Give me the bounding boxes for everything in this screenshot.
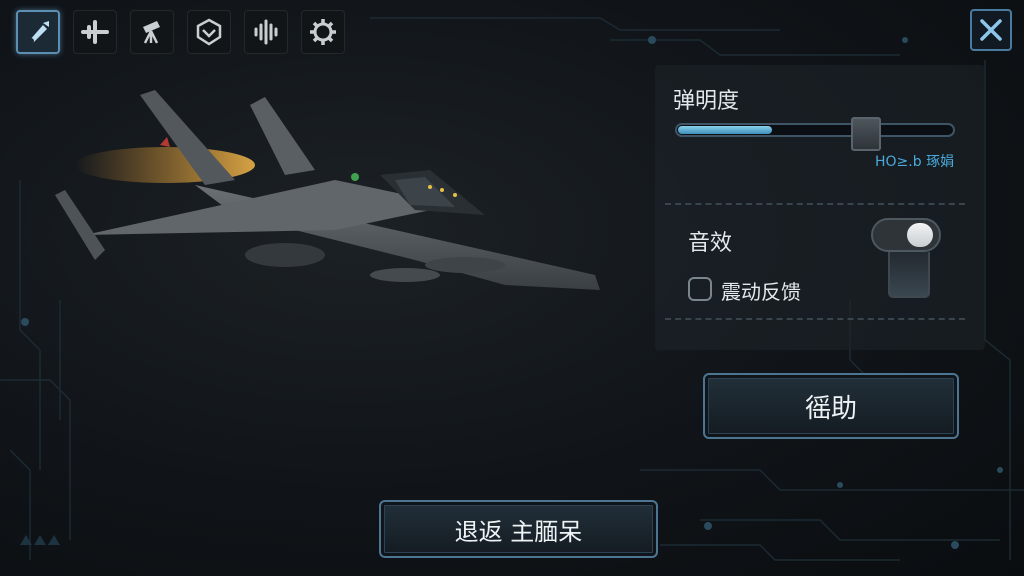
divider <box>665 203 965 205</box>
tab-emblem[interactable] <box>187 10 231 54</box>
brightness-label: 弹明度 <box>673 89 740 114</box>
toggle-base-decoration <box>888 252 930 298</box>
vibration-checkbox[interactable] <box>688 277 712 301</box>
category-toolbar <box>16 10 345 54</box>
plane-icon <box>81 20 109 44</box>
tab-plane[interactable] <box>73 10 117 54</box>
sound-toggle-knob <box>907 223 933 247</box>
close-icon <box>980 19 1002 41</box>
brightness-slider[interactable] <box>675 123 955 137</box>
settings-panel: 弹明度 HO≥.b 琢娟 音效 震动反馈 <box>655 65 985 350</box>
emblem-icon <box>196 18 222 46</box>
sound-toggle[interactable] <box>871 218 941 252</box>
help-button[interactable]: 徭助 <box>703 373 959 439</box>
tools-icon <box>28 21 49 44</box>
tab-settings[interactable] <box>301 10 345 54</box>
vibration-label: 震动反馈 <box>721 280 801 304</box>
tab-tools[interactable] <box>16 10 60 54</box>
brightness-caption: HO≥.b 琢娟 <box>875 154 955 170</box>
fighter-jet-image <box>55 90 600 299</box>
tab-sound[interactable] <box>244 10 288 54</box>
telescope-icon <box>143 21 160 44</box>
divider <box>665 318 965 320</box>
soundwave-icon <box>254 19 278 45</box>
close-button[interactable] <box>970 9 1012 51</box>
brightness-slider-handle[interactable] <box>851 117 881 151</box>
back-to-main-menu-button[interactable]: 退返 主腼呆 <box>379 500 658 558</box>
tab-telescope[interactable] <box>130 10 174 54</box>
brightness-slider-fill <box>678 126 772 134</box>
sound-label: 音效 <box>688 231 733 256</box>
cog-icon <box>310 19 336 45</box>
